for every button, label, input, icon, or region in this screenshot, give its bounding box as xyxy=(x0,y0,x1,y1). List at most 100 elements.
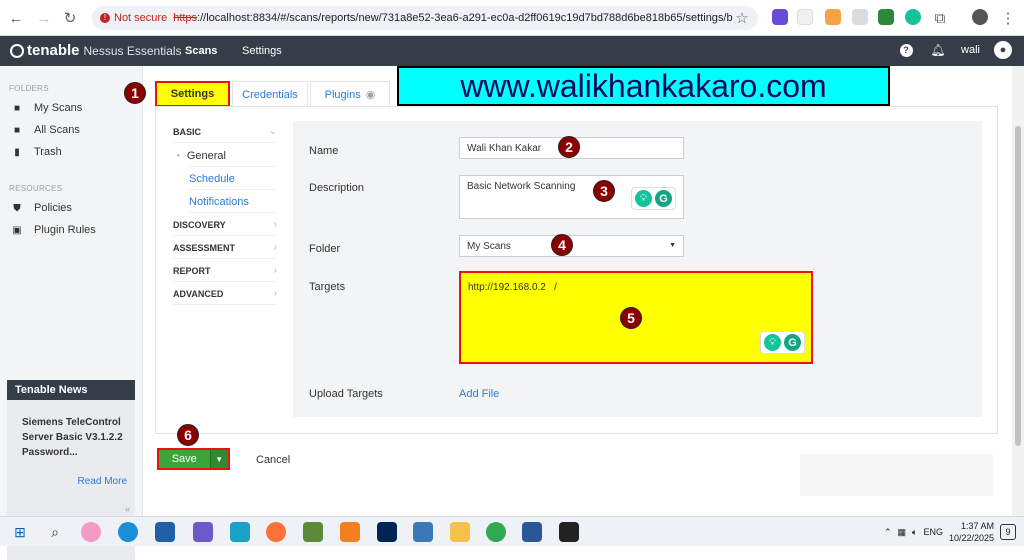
forward-icon[interactable]: → xyxy=(34,8,54,28)
chevron-down-icon: ⌄ xyxy=(268,126,277,137)
subsection-notifications[interactable]: Notifications xyxy=(189,191,277,213)
network-icon[interactable]: ▦ xyxy=(898,527,907,538)
edge-icon[interactable] xyxy=(118,522,138,542)
sidebar-item-plugin-rules[interactable]: ▣ Plugin Rules xyxy=(10,224,96,236)
kebab-menu-icon[interactable]: ⋮ xyxy=(998,8,1018,28)
copilot-icon[interactable] xyxy=(81,522,101,542)
notification-badge[interactable]: 9 xyxy=(1000,524,1016,540)
tenable-logo[interactable]: tenable Nessus Essentials xyxy=(10,42,182,59)
terminal-icon[interactable] xyxy=(559,522,579,542)
grammarly-widget[interactable]: 💡︎ G xyxy=(760,331,805,354)
scrollbar-thumb[interactable] xyxy=(1015,126,1021,446)
word-icon[interactable] xyxy=(522,522,542,542)
powershell-icon[interactable] xyxy=(377,522,397,542)
url-path: ://localhost:8834/#/scans/reports/new/73… xyxy=(197,12,734,24)
bell-icon[interactable]: 🔔︎ xyxy=(929,41,947,59)
nav-settings[interactable]: Settings xyxy=(242,45,282,57)
grammarly-widget[interactable]: 💡︎ G xyxy=(631,187,676,210)
extension-icon[interactable] xyxy=(825,9,841,25)
sidebar-item-trash[interactable]: ▮ Trash xyxy=(10,146,61,158)
caret-down-icon: ▼ xyxy=(669,242,676,249)
profile-avatar[interactable] xyxy=(972,9,988,25)
section-discovery[interactable]: DISCOVERY › xyxy=(173,214,277,236)
visual-studio-icon[interactable] xyxy=(193,522,213,542)
folder-icon: ■ xyxy=(13,102,21,114)
folder-selected-value: My Scans xyxy=(467,241,511,252)
windows-start-icon[interactable]: ⊞ xyxy=(10,522,30,542)
shield-extension-icon[interactable] xyxy=(852,9,868,25)
extension-icon[interactable] xyxy=(878,9,894,25)
cancel-button[interactable]: Cancel xyxy=(256,454,290,466)
app-icon[interactable] xyxy=(230,522,250,542)
subsection-general[interactable]: • General xyxy=(177,145,277,167)
url-text[interactable]: https://localhost:8834/#/scans/reports/n… xyxy=(173,12,733,24)
sidebar-item-my-scans[interactable]: ■ My Scans xyxy=(10,102,82,114)
file-explorer-icon[interactable] xyxy=(450,522,470,542)
sidebar-item-label: Policies xyxy=(34,202,72,214)
targets-label: Targets xyxy=(309,281,346,293)
extension-icon[interactable] xyxy=(772,9,788,25)
clock-date: 10/22/2025 xyxy=(948,533,994,543)
step-badge-6: 6 xyxy=(177,424,199,446)
language-indicator[interactable]: ENG xyxy=(923,527,943,537)
name-label: Name xyxy=(309,145,339,157)
speaker-icon[interactable]: 🔈︎ xyxy=(912,527,917,538)
sidebar-item-all-scans[interactable]: ■ All Scans xyxy=(10,124,80,136)
xampp-icon[interactable] xyxy=(340,522,360,542)
sidebar-item-policies[interactable]: ⛊ Policies xyxy=(10,202,72,214)
trash-icon: ▮ xyxy=(14,146,20,158)
not-secure-label: Not secure xyxy=(114,12,168,24)
section-assessment[interactable]: ASSESSMENT › xyxy=(173,237,277,259)
address-bar[interactable]: ! Not secure https://localhost:8834/#/sc… xyxy=(92,6,758,30)
chevron-right-icon: › xyxy=(273,288,277,299)
step-badge-1: 1 xyxy=(124,82,146,104)
extension-icon[interactable] xyxy=(797,9,813,25)
tab-plugins[interactable]: Plugins ◉ xyxy=(310,81,390,107)
grammarly-icon[interactable] xyxy=(905,9,921,25)
folders-heading: FOLDERS xyxy=(9,84,49,93)
app-icon[interactable] xyxy=(413,522,433,542)
section-report[interactable]: REPORT › xyxy=(173,260,277,282)
user-name[interactable]: wali xyxy=(961,44,980,56)
back-icon[interactable]: ← xyxy=(6,8,26,28)
search-icon[interactable]: ⌕ xyxy=(45,522,65,542)
tab-settings[interactable]: Settings xyxy=(155,81,230,107)
reload-icon[interactable]: ↻ xyxy=(60,8,80,28)
section-advanced[interactable]: ADVANCED › xyxy=(173,283,277,305)
save-dropdown-icon[interactable]: ▼ xyxy=(209,450,228,468)
blurred-region xyxy=(800,454,993,496)
add-file-link[interactable]: Add File xyxy=(459,388,499,400)
tab-credentials[interactable]: Credentials xyxy=(232,81,308,107)
eye-icon: ◉ xyxy=(365,89,376,101)
firefox-icon[interactable] xyxy=(266,522,286,542)
puzzle-icon[interactable]: ⧉ xyxy=(930,8,950,28)
chrome-icon[interactable] xyxy=(486,522,506,542)
bulb-icon: 💡︎ xyxy=(764,334,781,351)
save-button[interactable]: Save ▼ xyxy=(157,448,230,470)
section-basic[interactable]: BASIC ⌄ xyxy=(173,121,277,143)
chevron-up-icon[interactable]: ⌃ xyxy=(884,527,892,538)
nav-scans[interactable]: Scans xyxy=(185,45,217,57)
product-name: Nessus Essentials xyxy=(83,43,182,58)
help-icon[interactable]: ? xyxy=(897,41,915,59)
not-secure-indicator[interactable]: ! Not secure xyxy=(100,12,167,24)
folder-icon: ■ xyxy=(13,124,21,136)
targets-value: http://192.168.0.2 / xyxy=(468,282,557,293)
news-headline[interactable]: Siemens TeleControl Server Basic V3.1.2.… xyxy=(22,415,127,460)
sidebar: FOLDERS ■ My Scans ■ All Scans ▮ Trash RESO… xyxy=(0,66,143,560)
bullet-icon: • xyxy=(177,151,180,160)
user-avatar-icon[interactable]: ● xyxy=(994,41,1012,59)
read-more-link[interactable]: Read More xyxy=(78,476,127,487)
shield-icon: ⛊ xyxy=(13,202,21,214)
clock[interactable]: 1:37 AM 10/22/2025 xyxy=(949,520,994,544)
scrollbar-track[interactable] xyxy=(1012,66,1024,516)
notepad-icon[interactable] xyxy=(303,522,323,542)
subsection-schedule[interactable]: Schedule xyxy=(189,168,277,190)
star-icon[interactable]: ☆ xyxy=(732,8,752,28)
collapse-sidebar-icon[interactable]: « xyxy=(125,504,130,514)
subsection-label: General xyxy=(186,149,226,162)
section-label: BASIC xyxy=(173,126,202,137)
taskbar: ⊞ ⌕ ⌃ ▦ 🔈︎ ENG 1:37 AM 10/22/2025 9 xyxy=(0,516,1024,546)
app-icon[interactable] xyxy=(155,522,175,542)
grammarly-icon: G xyxy=(784,334,801,351)
